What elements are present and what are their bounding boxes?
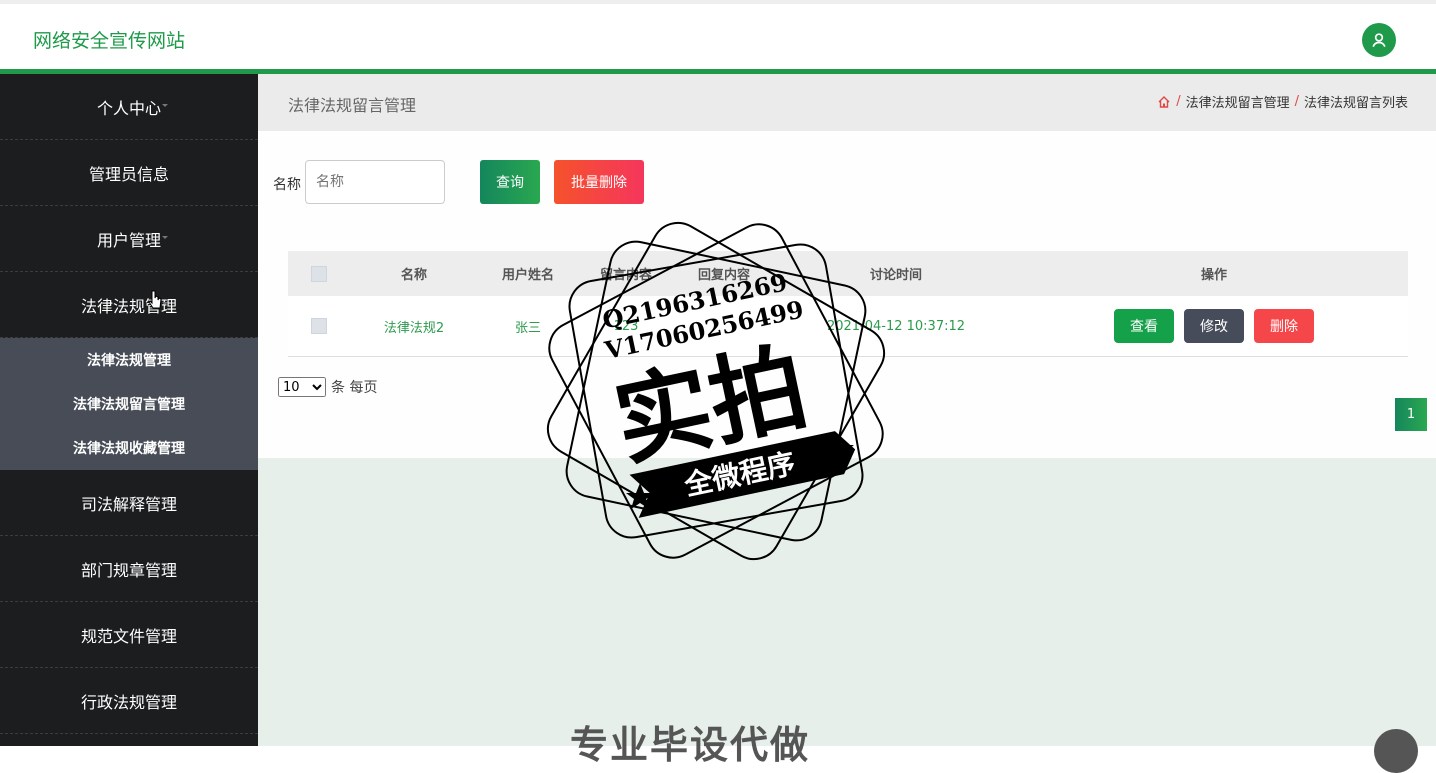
breadcrumb-separator: /	[1294, 94, 1299, 109]
search-label: 名称	[273, 177, 301, 193]
sidebar-item-label: 管理员信息	[88, 164, 169, 184]
breadcrumb-item[interactable]: 法律法规留言管理	[1186, 92, 1290, 111]
breadcrumb-separator: /	[1176, 94, 1181, 109]
chevron-down-icon	[162, 566, 168, 569]
chevron-down-icon	[162, 500, 168, 503]
column-header-actions: 操作	[1200, 268, 1227, 283]
table-row: 法律法规2 张三 123 2021-04-12 10:37:12 查看 修改 删…	[288, 296, 1408, 357]
column-header-message[interactable]: 留言内容	[576, 251, 676, 296]
column-header-user-name[interactable]: 用户姓名	[478, 251, 578, 296]
sidebar: 个人中心 管理员信息 用户管理 法律法规管理 法律法规管理 法律法规留言管理 法…	[0, 74, 258, 746]
edit-button[interactable]: 修改	[1184, 309, 1244, 343]
column-header-reply[interactable]: 回复内容	[674, 251, 774, 296]
site-title[interactable]: 网络安全宣传网站	[33, 26, 185, 53]
page-size-control: 10 条 每页	[278, 377, 377, 397]
sidebar-item-admin-regulations[interactable]: 行政法规管理	[0, 668, 258, 734]
main-content: 法律法规留言管理 / 法律法规留言管理 / 法律法规留言列表 名称 查询 批量删…	[258, 74, 1436, 773]
breadcrumb-item: 法律法规留言列表	[1303, 96, 1408, 111]
sidebar-item-personal-center[interactable]: 个人中心	[0, 74, 258, 140]
delete-button[interactable]: 删除	[1254, 309, 1314, 343]
sidebar-item-normative-docs[interactable]: 规范文件管理	[0, 602, 258, 668]
sidebar-item-judicial-interpretation[interactable]: 司法解释管理	[0, 470, 258, 536]
row-checkbox[interactable]	[311, 318, 327, 334]
page-size-select[interactable]: 10	[278, 377, 326, 397]
sidebar-item-label: 个人中心	[96, 98, 161, 118]
sidebar-submenu: 法律法规管理 法律法规留言管理 法律法规收藏管理	[0, 338, 258, 470]
sidebar-item-department-rules[interactable]: 部门规章管理	[0, 536, 258, 602]
sidebar-item-admin-info[interactable]: 管理员信息	[0, 140, 258, 206]
view-button[interactable]: 查看	[1114, 309, 1174, 343]
submenu-item-law[interactable]: 法律法规管理	[0, 338, 258, 382]
page-title: 法律法规留言管理	[288, 96, 417, 115]
breadcrumb-trail: / 法律法规留言管理 / 法律法规留言列表	[1157, 92, 1408, 111]
chevron-down-icon	[162, 698, 168, 701]
sidebar-item-law-management[interactable]: 法律法规管理	[0, 272, 258, 338]
column-header-time[interactable]: 讨论时间	[826, 251, 966, 296]
float-action-button[interactable]	[1374, 729, 1418, 773]
per-page-label: 条 每页	[331, 380, 378, 396]
user-icon[interactable]	[1362, 23, 1396, 57]
cell-user-name: 张三	[514, 320, 541, 336]
batch-delete-button[interactable]: 批量删除	[554, 160, 644, 204]
column-header-name[interactable]: 名称	[364, 251, 464, 296]
chevron-down-icon	[162, 104, 168, 107]
bottom-banner-text: 专业毕设代做	[570, 723, 811, 767]
chevron-down-icon	[162, 236, 168, 239]
chevron-down-icon	[162, 170, 168, 173]
page-number-button[interactable]: 1	[1395, 398, 1427, 431]
submenu-item-law-favorite[interactable]: 法律法规收藏管理	[0, 426, 258, 470]
sidebar-item-user-management[interactable]: 用户管理	[0, 206, 258, 272]
select-all-checkbox[interactable]	[311, 265, 327, 282]
cell-time: 2021-04-12 10:37:12	[826, 318, 966, 334]
top-bar: 网络安全宣传网站	[0, 0, 1436, 74]
data-table: 名称 用户姓名 留言内容 回复内容 讨论时间 操作 法律法规2 张三 123 2…	[288, 251, 1408, 357]
search-input[interactable]	[305, 160, 445, 204]
mouse-cursor-icon	[148, 290, 162, 309]
chevron-down-icon	[162, 632, 168, 635]
cell-message: 123	[613, 318, 639, 334]
breadcrumb: 法律法规留言管理 / 法律法规留言管理 / 法律法规留言列表	[258, 74, 1436, 131]
chevron-down-icon	[162, 302, 168, 305]
cell-name: 法律法规2	[383, 320, 445, 336]
sidebar-item-label: 用户管理	[96, 230, 161, 250]
submenu-item-law-message[interactable]: 法律法规留言管理	[0, 382, 258, 426]
query-button[interactable]: 查询	[480, 160, 540, 204]
list-panel: 名称 查询 批量删除 名称 用户姓名 留言内容 回复内容 讨论时间 操作 法律法…	[258, 131, 1436, 458]
home-icon[interactable]	[1157, 95, 1171, 109]
cell-reply	[674, 296, 774, 356]
table-header: 名称 用户姓名 留言内容 回复内容 讨论时间 操作	[288, 251, 1408, 296]
